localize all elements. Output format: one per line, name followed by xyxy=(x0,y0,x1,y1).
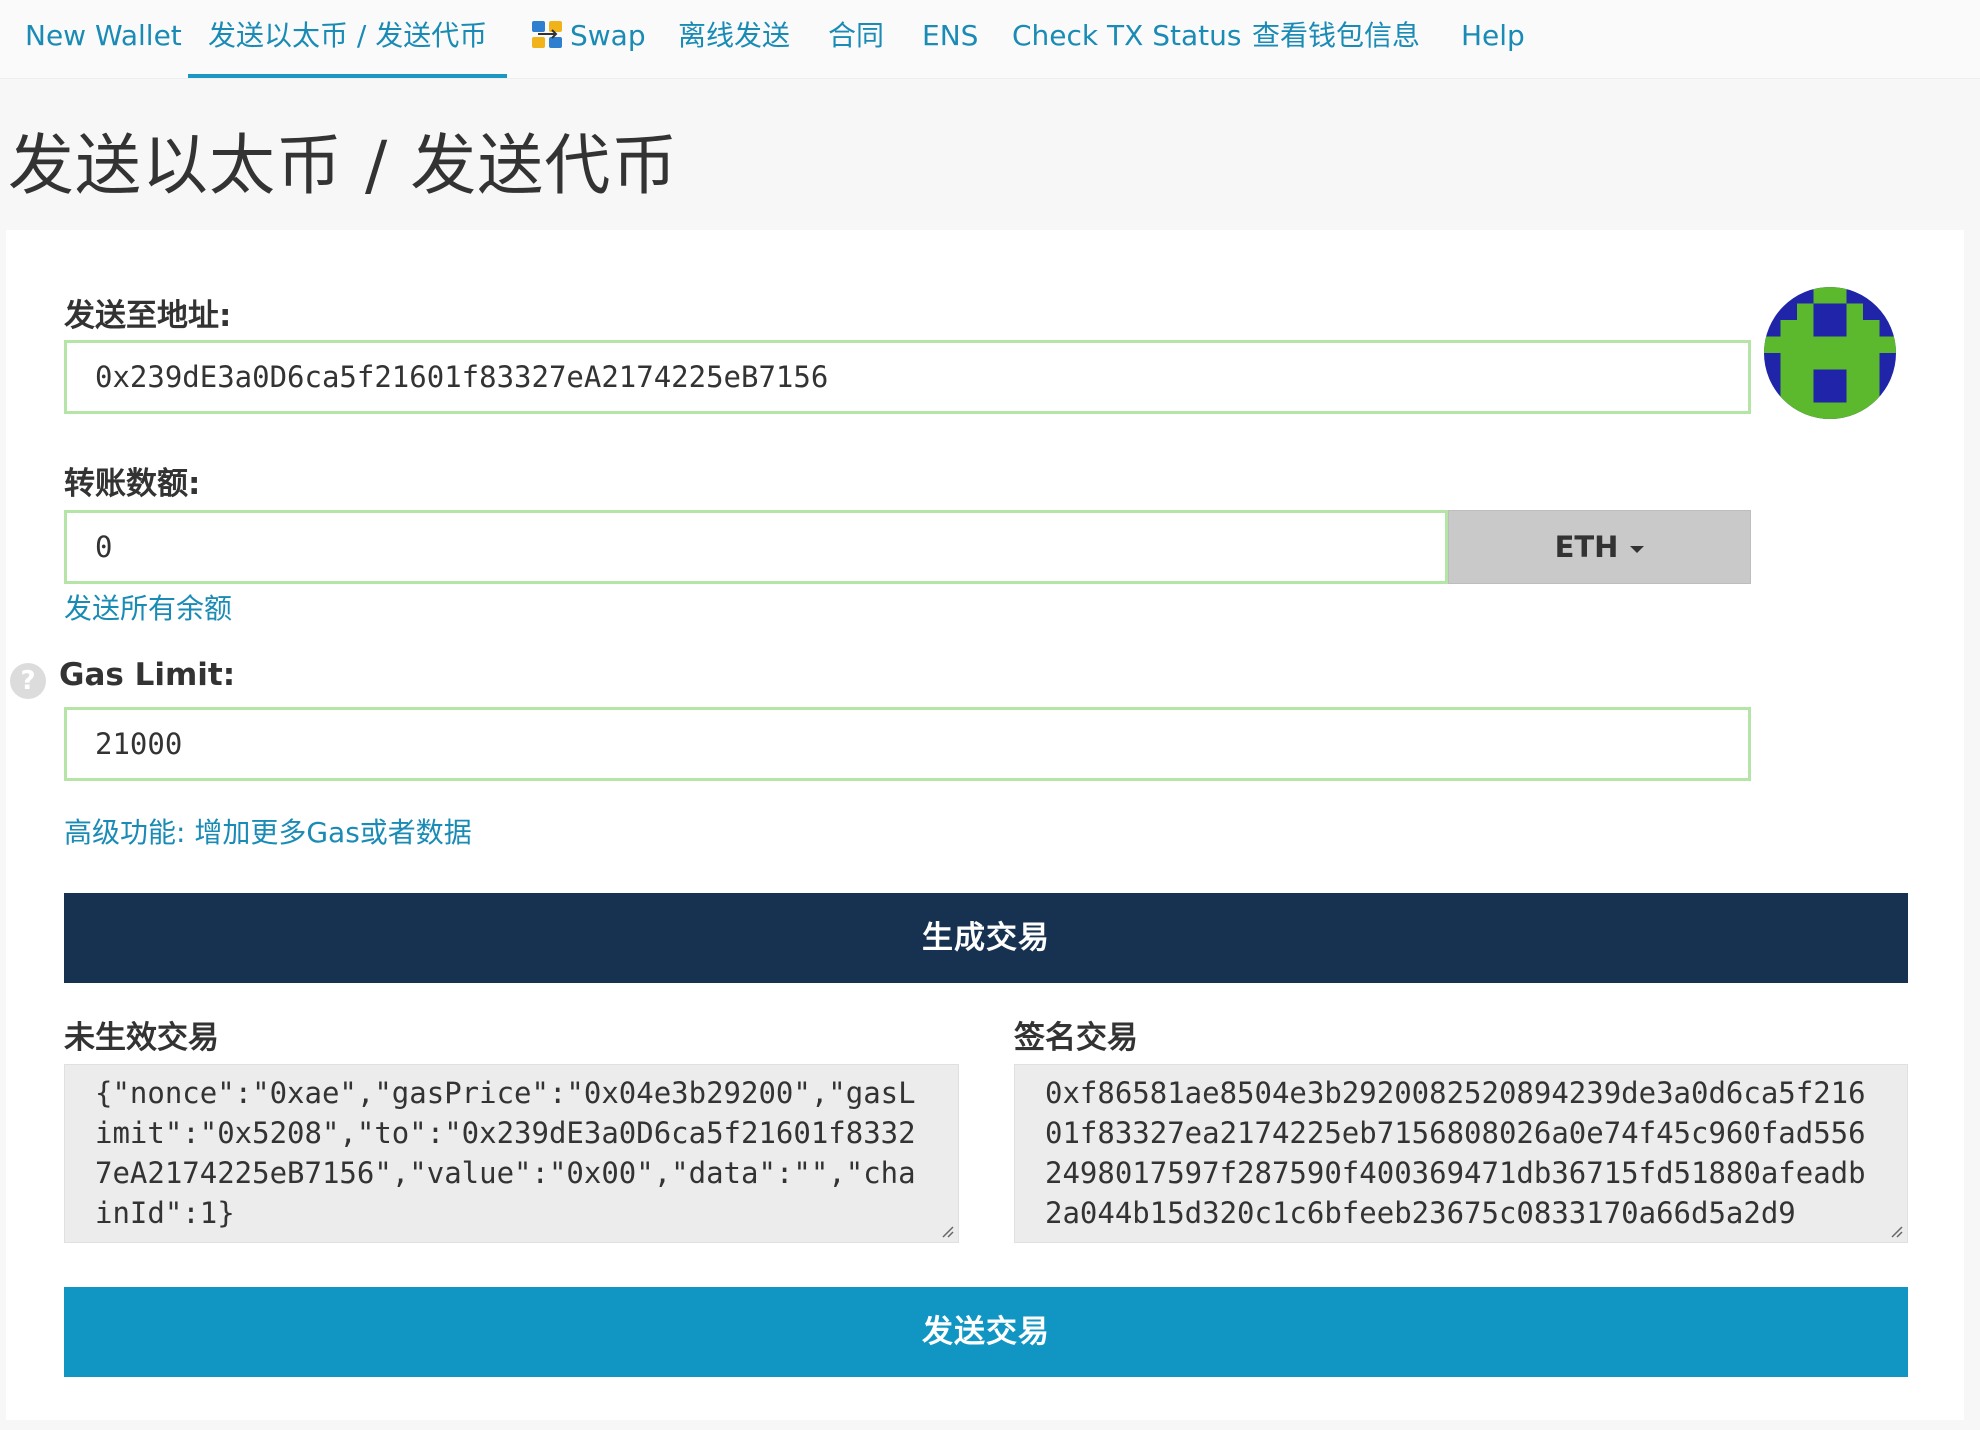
amount-input[interactable]: 0 xyxy=(64,510,1448,584)
nav-offline-send[interactable]: 离线发送 xyxy=(678,0,790,74)
nav-view-wallet-info[interactable]: 查看钱包信息 xyxy=(1252,0,1420,74)
nav-ens[interactable]: ENS xyxy=(922,0,978,74)
amount-label: 转账数额: xyxy=(64,466,201,502)
send-form-card: 发送至地址: 0x239dE3a0D6ca5f21601f83327eA2174… xyxy=(6,230,1964,1420)
resize-grip-icon[interactable] xyxy=(1889,1224,1903,1238)
page-title: 发送以太币 / 发送代币 xyxy=(8,127,679,204)
signed-transaction-label: 签名交易 xyxy=(1014,1020,1138,1056)
currency-dropdown[interactable]: ETH xyxy=(1448,510,1751,584)
resize-grip-icon[interactable] xyxy=(940,1224,954,1238)
nav-contracts[interactable]: 合同 xyxy=(828,0,884,74)
identicon-image xyxy=(1764,287,1896,419)
advanced-options-link[interactable]: 高级功能: 增加更多Gas或者数据 xyxy=(64,811,472,851)
top-nav: New Wallet 发送以太币 / 发送代币 Swap 离线发送 合同 ENS… xyxy=(0,0,1980,79)
raw-transaction-text: {"nonce":"0xae","gasPrice":"0x04e3b29200… xyxy=(95,1076,916,1230)
currency-selected: ETH xyxy=(1554,530,1619,564)
nav-check-tx-status[interactable]: Check TX Status xyxy=(1012,0,1241,74)
send-entire-balance-link[interactable]: 发送所有余额 xyxy=(64,587,232,627)
to-address-input[interactable]: 0x239dE3a0D6ca5f21601f83327eA2174225eB71… xyxy=(64,340,1751,414)
nav-swap[interactable]: Swap xyxy=(530,0,646,74)
nav-swap-label: Swap xyxy=(570,19,646,52)
gas-limit-input[interactable]: 21000 xyxy=(64,707,1751,781)
send-transaction-button[interactable]: 发送交易 xyxy=(64,1287,1908,1377)
chevron-down-icon xyxy=(1630,546,1645,553)
raw-transaction-label: 未生效交易 xyxy=(64,1020,219,1056)
help-icon[interactable]: ? xyxy=(10,663,46,699)
nav-new-wallet[interactable]: New Wallet xyxy=(25,0,182,74)
address-identicon xyxy=(1764,287,1896,419)
nav-help[interactable]: Help xyxy=(1461,0,1525,74)
signed-transaction-text: 0xf86581ae8504e3b2920082520894239de3a0d6… xyxy=(1045,1076,1866,1230)
to-address-label: 发送至地址: xyxy=(64,298,232,334)
signed-transaction-textarea[interactable]: 0xf86581ae8504e3b2920082520894239de3a0d6… xyxy=(1014,1064,1908,1243)
nav-send-ether-tokens[interactable]: 发送以太币 / 发送代币 xyxy=(188,0,508,78)
swap-icon xyxy=(532,21,562,48)
raw-transaction-textarea[interactable]: {"nonce":"0xae","gasPrice":"0x04e3b29200… xyxy=(64,1064,959,1243)
generate-transaction-button[interactable]: 生成交易 xyxy=(64,893,1908,983)
gas-limit-label: Gas Limit: xyxy=(59,657,236,693)
